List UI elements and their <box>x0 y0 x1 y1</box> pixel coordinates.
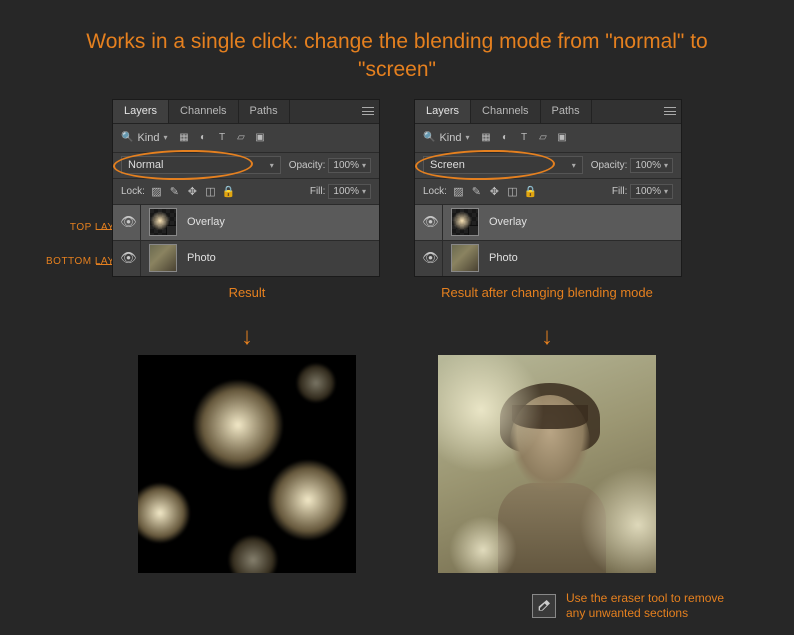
lock-all-icon[interactable]: 🔒 <box>222 184 235 198</box>
layer-row-overlay[interactable]: 👁 Overlay <box>415 204 681 240</box>
filter-kind-label: Kind <box>137 132 159 144</box>
layers-panel-right: Layers Channels Paths 🔍 Kind ▾ ▦ ◐ T ▱ ▣ <box>414 99 682 277</box>
preview-screen <box>438 355 656 573</box>
filter-type-icon[interactable]: T <box>216 131 229 144</box>
filter-type-icon[interactable]: T <box>518 131 531 144</box>
layer-name: Photo <box>489 252 518 264</box>
panel-menu-icon[interactable] <box>659 107 681 115</box>
opacity-input[interactable]: 100% ▾ <box>630 158 673 173</box>
visibility-eye-icon[interactable]: 👁 <box>419 205 443 240</box>
layer-thumb <box>149 208 177 236</box>
visibility-eye-icon[interactable]: 👁 <box>117 241 141 276</box>
lock-brush-icon[interactable]: ✎ <box>168 184 181 198</box>
visibility-eye-icon[interactable]: 👁 <box>117 205 141 240</box>
panel-menu-icon[interactable] <box>357 107 379 115</box>
filter-pixel-icon[interactable]: ▦ <box>178 131 191 144</box>
chevron-down-icon: ▾ <box>163 133 167 142</box>
chevron-down-icon: ▾ <box>270 161 274 170</box>
blend-mode-select[interactable]: Screen ▾ <box>423 156 583 174</box>
visibility-eye-icon[interactable]: 👁 <box>419 241 443 276</box>
lock-label: Lock: <box>423 186 447 197</box>
layer-thumb <box>451 208 479 236</box>
blend-mode-value: Normal <box>128 159 163 171</box>
tab-paths[interactable]: Paths <box>541 100 592 123</box>
filter-shape-icon[interactable]: ▱ <box>235 131 248 144</box>
opacity-label: Opacity: <box>591 160 628 171</box>
lock-transparent-icon[interactable]: ▨ <box>452 184 465 198</box>
filter-kind-select[interactable]: 🔍 Kind ▾ <box>121 132 168 144</box>
fill-value: 100% <box>333 186 359 197</box>
search-icon: 🔍 <box>423 132 435 143</box>
opacity-value: 100% <box>635 160 661 171</box>
lock-all-icon[interactable]: 🔒 <box>524 184 537 198</box>
fill-value: 100% <box>635 186 661 197</box>
layer-thumb <box>149 244 177 272</box>
headline: Works in a single click: change the blen… <box>0 0 794 85</box>
lock-brush-icon[interactable]: ✎ <box>470 184 483 198</box>
filter-smart-icon[interactable]: ▣ <box>556 131 569 144</box>
filter-kind-label: Kind <box>439 132 461 144</box>
eraser-tip: Use the eraser tool to remove any unwant… <box>532 591 736 621</box>
lock-move-icon[interactable]: ✥ <box>488 184 501 198</box>
chevron-down-icon: ▾ <box>664 187 668 196</box>
layers-panel-left: Layers Channels Paths 🔍 Kind ▾ ▦ ◐ T ▱ ▣ <box>112 99 380 277</box>
chevron-down-icon: ▾ <box>362 161 366 170</box>
eraser-tip-text: Use the eraser tool to remove any unwant… <box>566 591 736 621</box>
layer-thumb <box>451 244 479 272</box>
lock-move-icon[interactable]: ✥ <box>186 184 199 198</box>
layer-name: Overlay <box>489 216 527 228</box>
down-arrow-icon: ↓ <box>241 323 253 351</box>
result-left: Result ↓ <box>132 285 362 573</box>
chevron-down-icon: ▾ <box>664 161 668 170</box>
tab-layers[interactable]: Layers <box>113 100 169 123</box>
layer-row-photo[interactable]: 👁 Photo <box>415 240 681 276</box>
chevron-down-icon: ▾ <box>362 187 366 196</box>
blend-mode-value: Screen <box>430 159 465 171</box>
tab-paths[interactable]: Paths <box>239 100 290 123</box>
lock-transparent-icon[interactable]: ▨ <box>150 184 163 198</box>
filter-kind-select[interactable]: 🔍 Kind ▾ <box>423 132 470 144</box>
blend-mode-select[interactable]: Normal ▾ <box>121 156 281 174</box>
opacity-value: 100% <box>333 160 359 171</box>
search-icon: 🔍 <box>121 132 133 143</box>
lock-artboard-icon[interactable]: ◫ <box>204 184 217 198</box>
filter-shape-icon[interactable]: ▱ <box>537 131 550 144</box>
opacity-label: Opacity: <box>289 160 326 171</box>
preview-normal <box>138 355 356 573</box>
result-right: Result after changing blending mode ↓ <box>432 285 662 573</box>
tab-channels[interactable]: Channels <box>471 100 540 123</box>
chevron-down-icon: ▾ <box>465 133 469 142</box>
lock-artboard-icon[interactable]: ◫ <box>506 184 519 198</box>
filter-adjust-icon[interactable]: ◐ <box>197 131 210 144</box>
opacity-input[interactable]: 100% ▾ <box>328 158 371 173</box>
layer-name: Overlay <box>187 216 225 228</box>
layer-row-photo[interactable]: 👁 Photo <box>113 240 379 276</box>
tab-channels[interactable]: Channels <box>169 100 238 123</box>
result-right-label: Result after changing blending mode <box>441 285 653 327</box>
fill-label: Fill: <box>310 186 326 197</box>
chevron-down-icon: ▾ <box>572 161 576 170</box>
filter-adjust-icon[interactable]: ◐ <box>499 131 512 144</box>
filter-smart-icon[interactable]: ▣ <box>254 131 267 144</box>
fill-label: Fill: <box>612 186 628 197</box>
layer-row-overlay[interactable]: 👁 Overlay <box>113 204 379 240</box>
fill-input[interactable]: 100% ▾ <box>630 184 673 199</box>
fill-input[interactable]: 100% ▾ <box>328 184 371 199</box>
result-left-label: Result <box>229 285 266 327</box>
lock-label: Lock: <box>121 186 145 197</box>
down-arrow-icon: ↓ <box>541 323 553 351</box>
tab-layers[interactable]: Layers <box>415 100 471 123</box>
layer-name: Photo <box>187 252 216 264</box>
eraser-icon[interactable] <box>532 594 556 618</box>
filter-pixel-icon[interactable]: ▦ <box>480 131 493 144</box>
